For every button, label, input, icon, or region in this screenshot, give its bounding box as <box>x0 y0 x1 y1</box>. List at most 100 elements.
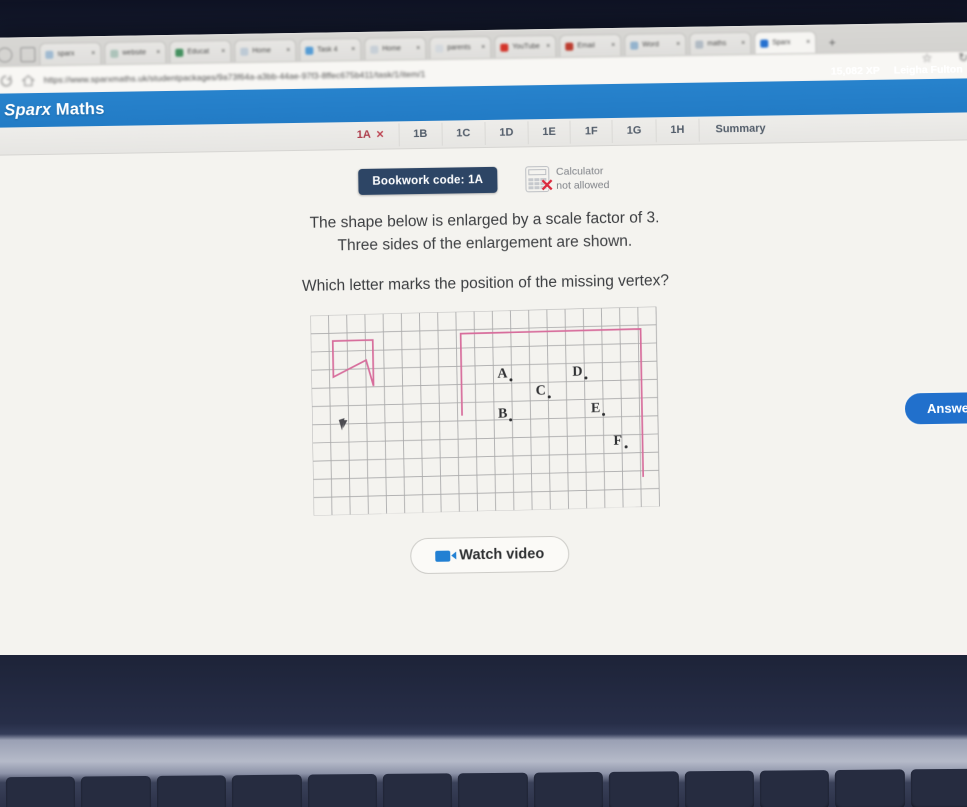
reload-icon[interactable] <box>0 74 13 87</box>
tab-1e[interactable]: 1E <box>528 120 572 145</box>
tab-1b[interactable]: 1B <box>399 122 443 147</box>
browser-back-icon[interactable] <box>0 47 13 63</box>
browser-tab[interactable]: sparx × <box>39 42 102 65</box>
enlargement-shape <box>459 328 644 478</box>
keyboard-key <box>608 771 679 807</box>
close-icon[interactable]: × <box>741 40 745 47</box>
watch-video-button[interactable]: Watch video <box>410 536 570 575</box>
app-logo[interactable]: Sparx Maths <box>4 99 105 120</box>
close-icon[interactable]: × <box>286 47 290 54</box>
keyboard-key <box>81 775 151 807</box>
calculator-text: Calculator not allowed <box>556 164 610 193</box>
tab-label: 1A <box>356 128 371 142</box>
browser-toolbar-icons[interactable]: ☆ ↻ <box>922 50 967 65</box>
tab-label: 1E <box>542 125 556 139</box>
close-icon[interactable]: × <box>676 41 680 48</box>
keyboard-key <box>684 770 755 807</box>
close-icon[interactable]: × <box>156 49 160 56</box>
keyboard-key <box>759 770 830 807</box>
browser-tabsearch-icon[interactable] <box>20 47 36 63</box>
tab-1g[interactable]: 1G <box>612 119 657 143</box>
browser-tab-label: Sparx <box>772 39 791 47</box>
tab-1d[interactable]: 1D <box>485 121 529 145</box>
tab-1h[interactable]: 1H <box>656 118 700 143</box>
browser-tab[interactable]: Task 4 × <box>299 37 362 61</box>
browser-tab[interactable]: YouTube × <box>494 34 557 58</box>
keyboard-key <box>533 772 604 807</box>
tab-label: 1G <box>626 124 642 137</box>
close-icon[interactable]: × <box>481 44 485 51</box>
star-icon[interactable]: ☆ <box>922 51 933 65</box>
original-shape <box>331 339 374 387</box>
tab-favicon <box>435 44 444 53</box>
keyboard-key <box>458 772 528 807</box>
calculator-line-1: Calculator <box>555 165 604 178</box>
answer-button[interactable]: Answer <box>902 389 967 427</box>
browser-tab-label: maths <box>707 40 727 48</box>
tab-label: 1B <box>413 127 428 141</box>
tab-summary[interactable]: Summary <box>699 117 779 141</box>
browser-tab[interactable]: Word × <box>624 32 687 56</box>
browser-tab[interactable]: Home × <box>234 38 297 62</box>
browser-tab[interactable]: website × <box>104 40 167 64</box>
keyboard-key <box>835 769 905 807</box>
browser-tab-label: website <box>122 49 147 57</box>
browser-tab-active[interactable]: Sparx × <box>754 30 817 54</box>
vertex-label-d[interactable]: D <box>572 365 588 381</box>
close-icon[interactable]: × <box>611 42 615 49</box>
close-icon[interactable]: × <box>351 46 355 53</box>
question-prompt: Which letter marks the position of the m… <box>301 272 670 296</box>
browser-tab[interactable]: parents × <box>429 35 492 59</box>
tab-label: 1D <box>499 126 514 139</box>
tab-label: Summary <box>715 122 766 136</box>
browser-tab-label: parents <box>447 44 471 52</box>
bookwork-row: Bookwork code: 1A ✕ Calculator not allow… <box>0 158 967 202</box>
keyboard-key <box>231 774 302 807</box>
browser-tab[interactable]: Home × <box>364 36 427 60</box>
tab-favicon <box>175 48 184 57</box>
tab-label: 1H <box>670 123 685 137</box>
browser-tab-label: Educat <box>187 48 210 56</box>
close-icon[interactable]: × <box>221 48 225 55</box>
browser-tab-label: Home <box>252 47 272 55</box>
tab-label: 1C <box>456 127 471 140</box>
red-x-icon: ✕ <box>539 176 555 196</box>
tab-1c[interactable]: 1C <box>442 121 486 146</box>
browser-tab[interactable]: Educat × <box>169 39 232 63</box>
xp-counter: 15,082 XP <box>830 64 880 78</box>
browser-tab[interactable]: maths × <box>689 31 752 55</box>
tab-favicon <box>500 43 509 52</box>
vertex-label-c[interactable]: C <box>535 384 551 400</box>
browser-tab[interactable]: Email × <box>559 33 622 57</box>
close-icon[interactable]: × <box>546 43 550 50</box>
vertex-label-b[interactable]: B <box>497 407 513 423</box>
vertex-label-e[interactable]: E <box>590 401 605 417</box>
tab-favicon <box>305 46 314 55</box>
close-icon[interactable]: × <box>91 50 95 57</box>
tab-favicon <box>240 47 249 56</box>
tab-favicon <box>110 49 119 58</box>
keyboard-key <box>156 775 227 807</box>
header-user-area: 15,082 XP Leigha Fulton <box>831 63 963 77</box>
vertex-label-f[interactable]: F <box>613 434 627 450</box>
diagram-container: A B C D E F <box>0 304 967 519</box>
browser-tab-label: sparx <box>57 50 75 58</box>
question-page: Bookwork code: 1A ✕ Calculator not allow… <box>0 140 967 668</box>
laptop-photo: sparx × website × Educat × Home × Task 4… <box>0 0 967 807</box>
settings-icon[interactable]: ↻ <box>958 50 967 64</box>
logo-sparx-text: Sparx <box>4 100 52 120</box>
enlargement-diagram[interactable]: A B C D E F <box>309 306 665 516</box>
grid-svg <box>309 306 660 516</box>
close-icon[interactable]: × <box>806 39 810 46</box>
laptop-screen: sparx × website × Educat × Home × Task 4… <box>0 22 967 673</box>
user-name[interactable]: Leigha Fulton <box>894 63 963 76</box>
tab-favicon <box>630 41 639 50</box>
home-icon[interactable] <box>21 74 35 87</box>
tab-1f[interactable]: 1F <box>570 119 613 144</box>
close-icon[interactable]: × <box>416 45 420 52</box>
new-tab-button[interactable]: + <box>823 32 841 52</box>
tab-favicon <box>370 45 379 54</box>
vertex-label-a[interactable]: A <box>497 367 513 383</box>
laptop-bezel <box>0 655 967 807</box>
tab-1a[interactable]: 1A ✕ <box>342 123 400 148</box>
